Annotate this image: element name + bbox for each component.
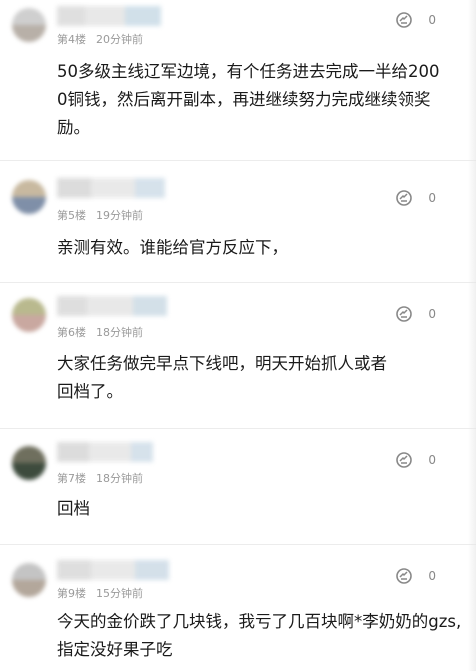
divider	[0, 160, 476, 161]
like-icon[interactable]	[394, 10, 414, 30]
username-blurred[interactable]	[57, 6, 161, 26]
comment-text: 50多级主线辽军边境，有个任务进去完成一半给2000铜钱，然后离开副本，再进继续…	[57, 62, 440, 137]
avatar-bottom	[12, 25, 46, 42]
avatar[interactable]	[12, 8, 46, 42]
avatar-top	[12, 446, 46, 463]
avatar-top	[12, 563, 46, 580]
divider	[0, 428, 476, 429]
avatar-top	[12, 180, 46, 197]
comment-text: 回档	[57, 499, 90, 518]
like-count: 0	[428, 307, 436, 321]
avatar-bottom	[12, 463, 46, 480]
floor-number: 第7楼	[57, 472, 86, 485]
floor-number: 第9楼	[57, 587, 86, 600]
like-count: 0	[428, 13, 436, 27]
avatar-top	[12, 298, 46, 315]
comment-meta: 第9楼 15分钟前	[57, 585, 143, 601]
edge-shadow	[468, 0, 476, 671]
comment-time: 20分钟前	[96, 33, 143, 46]
comment-meta: 第5楼 19分钟前	[57, 207, 143, 223]
comment-text: 亲测有效。谁能给官方反应下，	[57, 238, 288, 257]
username-blurred[interactable]	[57, 178, 165, 198]
like-count: 0	[428, 191, 436, 205]
divider	[0, 282, 476, 283]
comment-text: 大家任务做完早点下线吧，明天开始抓人或者回档了。	[57, 354, 387, 401]
comment-time: 15分钟前	[96, 587, 143, 600]
comment-meta: 第6楼 18分钟前	[57, 324, 143, 340]
comment-meta: 第7楼 18分钟前	[57, 470, 143, 486]
comment-time: 19分钟前	[96, 209, 143, 222]
avatar[interactable]	[12, 563, 46, 597]
avatar-bottom	[12, 315, 46, 332]
comment-meta: 第4楼 20分钟前	[57, 31, 143, 47]
comment-time: 18分钟前	[96, 472, 143, 485]
avatar[interactable]	[12, 298, 46, 332]
username-blurred[interactable]	[57, 296, 167, 316]
like-icon[interactable]	[394, 304, 414, 324]
divider	[0, 544, 476, 545]
comment-text: 今天的金价跌了几块钱，我亏了几百块啊*李奶奶的gzs,指定没好果子吃	[57, 612, 462, 659]
floor-number: 第6楼	[57, 326, 86, 339]
avatar[interactable]	[12, 446, 46, 480]
username-blurred[interactable]	[57, 560, 169, 580]
like-icon[interactable]	[394, 450, 414, 470]
like-count: 0	[428, 453, 436, 467]
like-icon[interactable]	[394, 188, 414, 208]
like-icon[interactable]	[394, 566, 414, 586]
username-blurred[interactable]	[57, 442, 153, 462]
avatar[interactable]	[12, 180, 46, 214]
avatar-bottom	[12, 197, 46, 214]
avatar-bottom	[12, 580, 46, 597]
like-count: 0	[428, 569, 436, 583]
floor-number: 第5楼	[57, 209, 86, 222]
floor-number: 第4楼	[57, 33, 86, 46]
comment-time: 18分钟前	[96, 326, 143, 339]
avatar-top	[12, 8, 46, 25]
